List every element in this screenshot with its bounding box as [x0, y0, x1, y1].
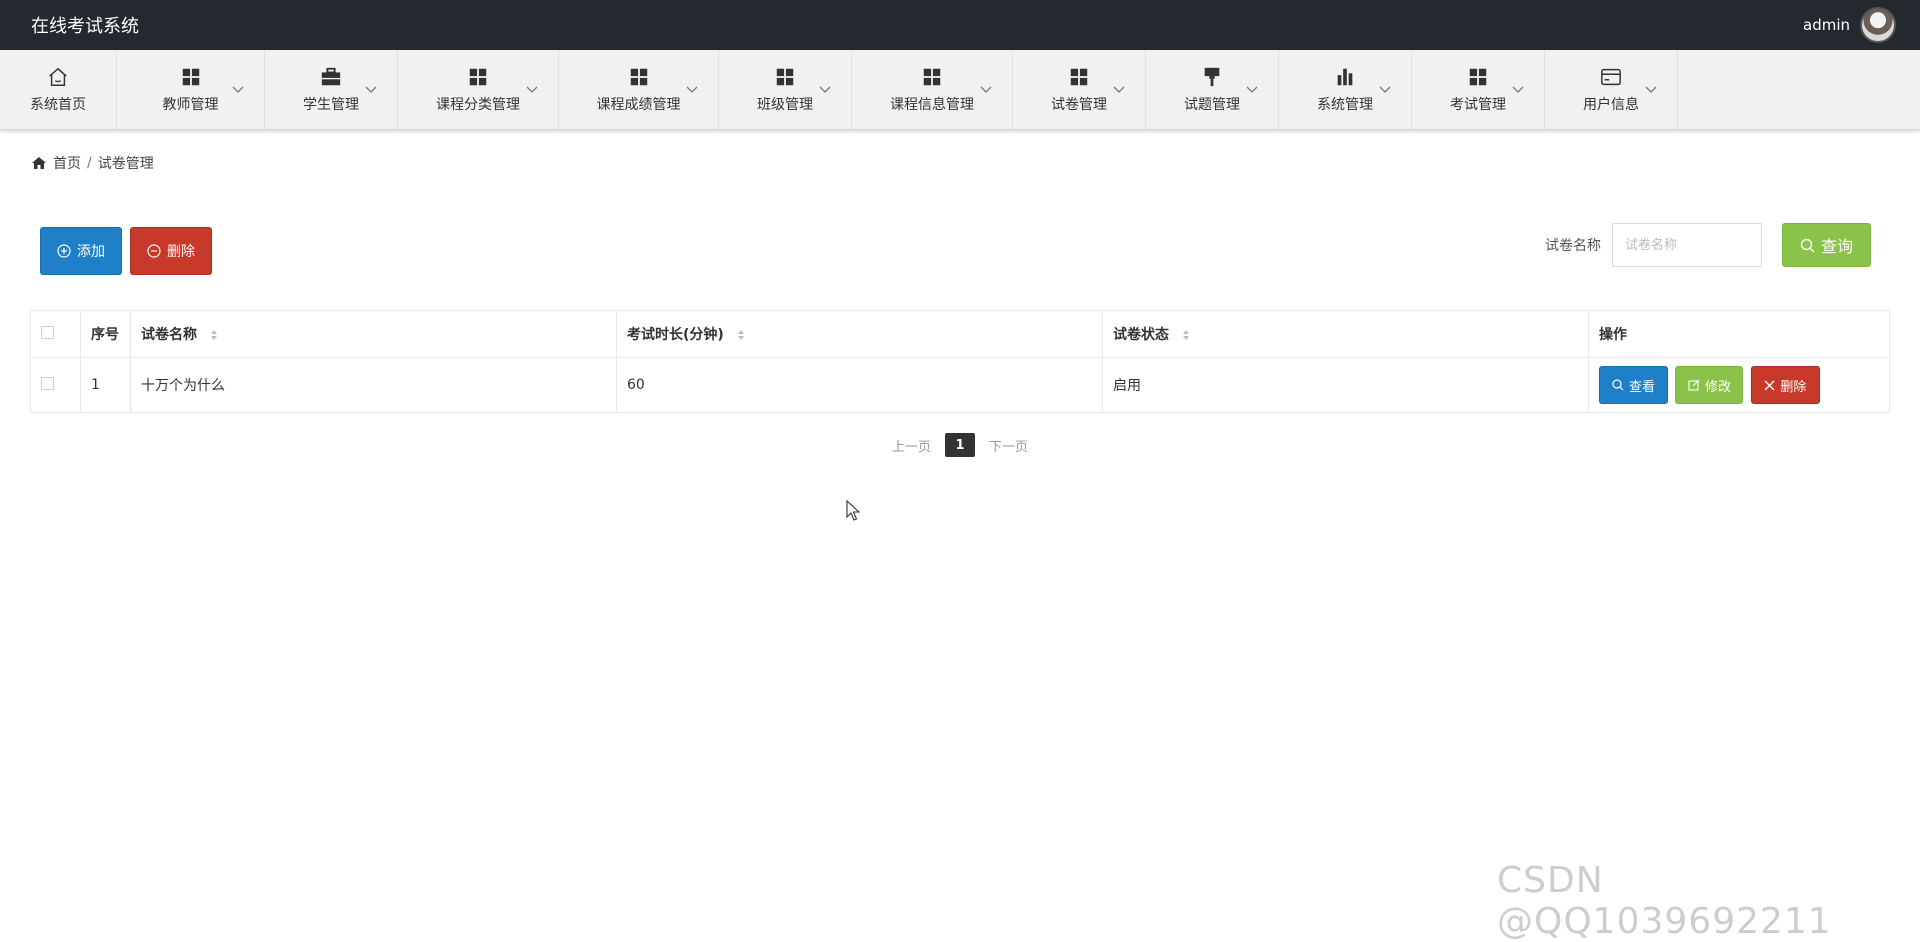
- nav-item-system[interactable]: 系统管理: [1279, 50, 1412, 130]
- delete-button[interactable]: 删除: [130, 227, 212, 275]
- select-all-cell: [30, 310, 81, 358]
- nav-item-teacher[interactable]: 教师管理: [117, 50, 265, 130]
- chevron-down-icon: [232, 86, 244, 93]
- data-table: 序号 试卷名称 考试时长(分钟) 试卷状态 操作 1 十万个为什么 60 启用 …: [30, 310, 1890, 413]
- watermark: CSDN @QQ1039692211: [1497, 860, 1832, 942]
- grid-icon: [182, 68, 199, 86]
- column-header-name[interactable]: 试卷名称: [130, 310, 617, 358]
- app-title: 在线考试系统: [31, 16, 139, 37]
- grid-icon: [923, 68, 941, 86]
- edit-button[interactable]: 修改: [1675, 366, 1744, 404]
- table-header-row: 序号 试卷名称 考试时长(分钟) 试卷状态 操作: [30, 310, 1890, 358]
- search-label: 试卷名称: [1545, 238, 1601, 254]
- chevron-down-icon: [1246, 86, 1258, 93]
- column-header-index: 序号: [80, 310, 131, 358]
- add-button[interactable]: 添加: [40, 227, 122, 275]
- sort-icon[interactable]: [737, 329, 745, 341]
- select-all-checkbox[interactable]: [41, 325, 54, 339]
- sort-icon[interactable]: [210, 329, 218, 341]
- nav-item-question[interactable]: 试题管理: [1146, 50, 1279, 130]
- chevron-down-icon: [365, 86, 377, 93]
- chevron-down-icon: [980, 86, 992, 93]
- breadcrumb: 首页 / 试卷管理: [31, 153, 154, 173]
- chevron-down-icon: [1512, 86, 1524, 93]
- bar-chart-icon: [1337, 68, 1353, 86]
- nav-item-user-info[interactable]: 用户信息: [1545, 50, 1678, 130]
- nav-item-class[interactable]: 班级管理: [719, 50, 852, 130]
- cell-actions: 查看 修改 删除: [1588, 357, 1890, 413]
- credit-card-icon: [1601, 68, 1621, 86]
- main-nav: 系统首页 教师管理 学生管理 课程分类管理 课程成绩管理 班级管理 课程信息管理…: [0, 50, 1920, 130]
- row-select-cell: [30, 357, 81, 413]
- user-name: admin: [1803, 16, 1850, 34]
- paint-brush-icon: [1204, 67, 1220, 87]
- row-delete-button[interactable]: 删除: [1750, 366, 1820, 404]
- prev-page-link[interactable]: 上一页: [892, 436, 931, 455]
- pagination: 上一页 1 下一页: [0, 433, 1920, 457]
- edit-icon: [1688, 379, 1700, 391]
- minus-circle-icon: [147, 244, 161, 258]
- chevron-down-icon: [1379, 86, 1391, 93]
- next-page-link[interactable]: 下一页: [989, 436, 1028, 455]
- home-icon: [32, 157, 46, 169]
- row-checkbox[interactable]: [41, 376, 54, 390]
- search-icon: [1800, 238, 1815, 252]
- search-icon: [1612, 379, 1624, 391]
- nav-item-course-score[interactable]: 课程成绩管理: [559, 50, 719, 130]
- grid-icon: [1469, 68, 1487, 86]
- chevron-down-icon: [1645, 86, 1657, 93]
- plus-circle-icon: [57, 244, 71, 258]
- chevron-down-icon: [819, 86, 831, 93]
- mouse-cursor-icon: [846, 500, 860, 521]
- grid-icon: [1070, 68, 1088, 86]
- table-row: 1 十万个为什么 60 启用 查看 修改 删除: [30, 357, 1890, 413]
- cell-name: 十万个为什么: [130, 357, 617, 413]
- grid-icon: [630, 68, 647, 86]
- sort-icon[interactable]: [1182, 329, 1190, 341]
- nav-item-home[interactable]: 系统首页: [0, 50, 117, 130]
- nav-item-course-category[interactable]: 课程分类管理: [398, 50, 559, 130]
- column-header-status[interactable]: 试卷状态: [1102, 310, 1589, 358]
- breadcrumb-current: 试卷管理: [97, 156, 154, 172]
- nav-item-exam-paper[interactable]: 试卷管理: [1013, 50, 1146, 130]
- nav-item-exam[interactable]: 考试管理: [1412, 50, 1545, 130]
- chevron-down-icon: [526, 86, 538, 93]
- search-input[interactable]: [1612, 223, 1762, 267]
- chevron-down-icon: [1113, 86, 1125, 93]
- grid-icon: [469, 68, 487, 86]
- query-button[interactable]: 查询: [1782, 223, 1871, 267]
- nav-item-student[interactable]: 学生管理: [265, 50, 398, 130]
- cell-index: 1: [80, 357, 131, 413]
- page-number-current[interactable]: 1: [945, 433, 975, 457]
- avatar[interactable]: [1860, 7, 1896, 43]
- cell-duration: 60: [616, 357, 1103, 413]
- breadcrumb-separator: /: [87, 155, 92, 171]
- chevron-down-icon: [686, 86, 698, 93]
- home-icon: [49, 67, 67, 86]
- column-header-actions: 操作: [1588, 310, 1890, 358]
- close-icon: [1764, 380, 1775, 390]
- view-button[interactable]: 查看: [1599, 366, 1668, 404]
- grid-icon: [776, 68, 794, 86]
- nav-item-course-info[interactable]: 课程信息管理: [852, 50, 1013, 130]
- breadcrumb-home[interactable]: 首页: [53, 153, 81, 173]
- user-menu[interactable]: admin: [1803, 6, 1896, 44]
- top-bar: 在线考试系统 admin: [0, 0, 1920, 50]
- cell-status: 启用: [1102, 357, 1589, 413]
- briefcase-icon: [321, 67, 341, 86]
- column-header-duration[interactable]: 考试时长(分钟): [616, 310, 1103, 358]
